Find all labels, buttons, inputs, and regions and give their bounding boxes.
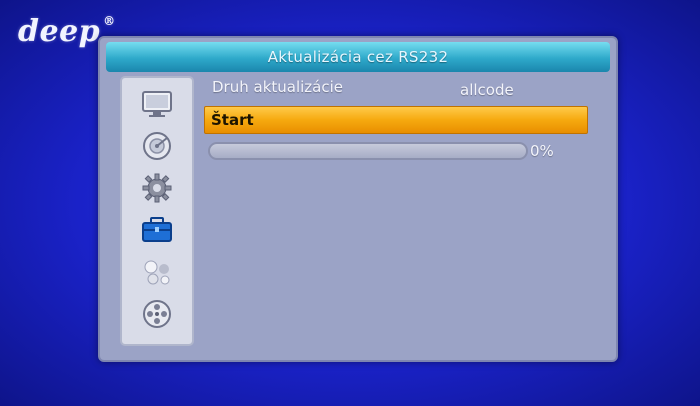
film-reel-icon[interactable] bbox=[139, 298, 175, 330]
registered-mark: ® bbox=[103, 14, 116, 28]
toolbox-icon[interactable] bbox=[139, 214, 175, 246]
gear-icon[interactable] bbox=[139, 172, 175, 204]
update-dialog: Aktualizácia cez RS232 Druh aktualizácie… bbox=[98, 36, 618, 362]
brand-name: deep bbox=[18, 14, 101, 49]
update-progress-bar bbox=[208, 142, 528, 160]
dialog-title: Aktualizácia cez RS232 bbox=[267, 48, 449, 66]
media-icon[interactable] bbox=[139, 256, 175, 288]
update-type-label: Druh aktualizácie bbox=[212, 78, 344, 96]
update-type-value[interactable]: allcode bbox=[460, 81, 514, 99]
tv-icon[interactable] bbox=[139, 88, 175, 120]
start-button-label: Štart bbox=[211, 111, 254, 129]
start-button[interactable]: Štart bbox=[204, 106, 588, 134]
dialog-titlebar: Aktualizácia cez RS232 bbox=[106, 42, 610, 72]
update-progress-percent: 0% bbox=[530, 142, 554, 160]
satellite-dish-icon[interactable] bbox=[139, 130, 175, 162]
settings-category-sidebar bbox=[120, 76, 194, 346]
